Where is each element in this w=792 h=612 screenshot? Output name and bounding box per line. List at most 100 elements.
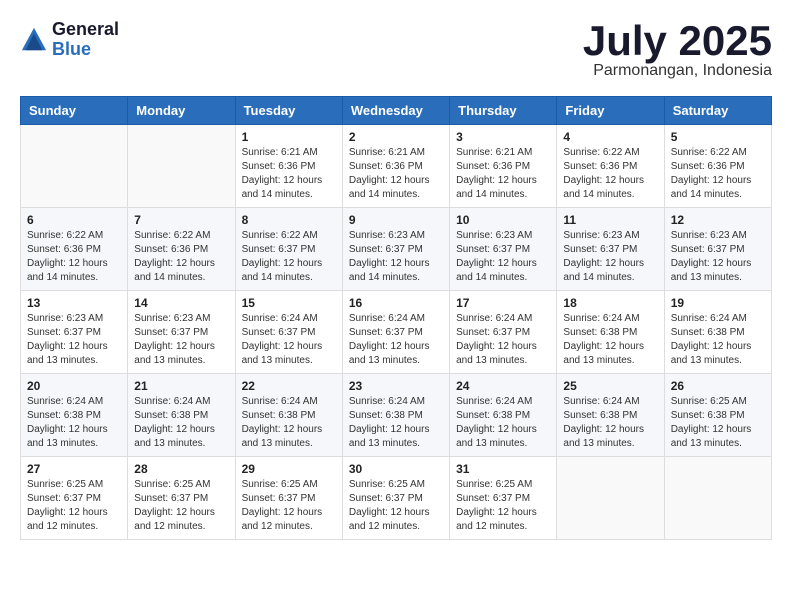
- day-number: 29: [242, 462, 336, 476]
- day-cell: 21Sunrise: 6:24 AM Sunset: 6:38 PM Dayli…: [128, 374, 235, 457]
- week-row-5: 27 Sunrise: 6:25 AM Sunset: 6:37 PM Dayli…: [21, 457, 772, 540]
- header-cell-saturday: Saturday: [664, 97, 771, 125]
- day-info: Sunrise: 6:22 AM Sunset: 6:36 PM Dayligh…: [27, 229, 121, 285]
- day-cell: 31 Sunrise: 6:25 AM Sunset: 6:37 PM Dayli…: [450, 457, 557, 540]
- day-info: Sunrise: 6:24 AM Sunset: 6:38 PM Dayligh…: [349, 395, 443, 451]
- day-number: 13: [27, 296, 121, 310]
- logo-icon: [20, 26, 48, 54]
- location: Parmonangan, Indonesia: [583, 62, 772, 80]
- day-number: 4: [563, 130, 657, 144]
- day-info: Sunrise: 6:24 AM Sunset: 6:37 PM Dayligh…: [242, 312, 336, 368]
- header-cell-sunday: Sunday: [21, 97, 128, 125]
- day-info: Sunrise: 6:24 AM Sunset: 6:37 PM Dayligh…: [349, 312, 443, 368]
- day-number: 12: [671, 213, 765, 227]
- day-cell: [557, 457, 664, 540]
- day-cell: 24 Sunrise: 6:24 AM Sunset: 6:38 PM Dayli…: [450, 374, 557, 457]
- day-number: 20: [27, 379, 121, 393]
- header-row: SundayMondayTuesdayWednesdayThursdayFrid…: [21, 97, 772, 125]
- day-number: 6: [27, 213, 121, 227]
- day-number: 17: [456, 296, 550, 310]
- day-number: 18: [563, 296, 657, 310]
- day-number: 27: [27, 462, 121, 476]
- day-number: 3: [456, 130, 550, 144]
- day-cell: 28 Sunrise: 6:25 AM Sunset: 6:37 PM Dayli…: [128, 457, 235, 540]
- day-cell: 1 Sunrise: 6:21 AM Sunset: 6:36 PM Daylig…: [235, 125, 342, 208]
- day-cell: 2Sunrise: 6:21 AM Sunset: 6:36 PM Daylig…: [342, 125, 449, 208]
- day-info: Sunrise: 6:25 AM Sunset: 6:38 PM Dayligh…: [671, 395, 765, 451]
- day-cell: 5Sunrise: 6:22 AM Sunset: 6:36 PM Daylig…: [664, 125, 771, 208]
- day-info: Sunrise: 6:24 AM Sunset: 6:38 PM Dayligh…: [134, 395, 228, 451]
- title-block: July 2025 Parmonangan, Indonesia: [583, 20, 772, 80]
- day-cell: 19 Sunrise: 6:24 AM Sunset: 6:38 PM Dayli…: [664, 291, 771, 374]
- day-info: Sunrise: 6:25 AM Sunset: 6:37 PM Dayligh…: [242, 478, 336, 534]
- logo: General Blue: [20, 20, 119, 60]
- day-cell: 26 Sunrise: 6:25 AM Sunset: 6:38 PM Dayli…: [664, 374, 771, 457]
- day-number: 31: [456, 462, 550, 476]
- day-number: 16: [349, 296, 443, 310]
- day-cell: 7 Sunrise: 6:22 AM Sunset: 6:36 PM Daylig…: [128, 208, 235, 291]
- page-header: General Blue July 2025 Parmonangan, Indo…: [20, 20, 772, 80]
- day-cell: 12Sunrise: 6:23 AM Sunset: 6:37 PM Dayli…: [664, 208, 771, 291]
- day-number: 14: [134, 296, 228, 310]
- day-info: Sunrise: 6:25 AM Sunset: 6:37 PM Dayligh…: [27, 478, 121, 534]
- day-number: 26: [671, 379, 765, 393]
- day-cell: 25Sunrise: 6:24 AM Sunset: 6:38 PM Dayli…: [557, 374, 664, 457]
- day-cell: 15 Sunrise: 6:24 AM Sunset: 6:37 PM Dayli…: [235, 291, 342, 374]
- month-title: July 2025: [583, 20, 772, 62]
- day-number: 24: [456, 379, 550, 393]
- day-number: 5: [671, 130, 765, 144]
- day-info: Sunrise: 6:23 AM Sunset: 6:37 PM Dayligh…: [349, 229, 443, 285]
- logo-text: General Blue: [52, 20, 119, 60]
- header-cell-thursday: Thursday: [450, 97, 557, 125]
- header-cell-friday: Friday: [557, 97, 664, 125]
- day-info: Sunrise: 6:25 AM Sunset: 6:37 PM Dayligh…: [349, 478, 443, 534]
- day-cell: 20 Sunrise: 6:24 AM Sunset: 6:38 PM Dayli…: [21, 374, 128, 457]
- day-cell: 4 Sunrise: 6:22 AM Sunset: 6:36 PM Daylig…: [557, 125, 664, 208]
- day-cell: 18Sunrise: 6:24 AM Sunset: 6:38 PM Dayli…: [557, 291, 664, 374]
- day-number: 22: [242, 379, 336, 393]
- day-number: 1: [242, 130, 336, 144]
- logo-blue: Blue: [52, 40, 119, 60]
- day-info: Sunrise: 6:23 AM Sunset: 6:37 PM Dayligh…: [134, 312, 228, 368]
- day-info: Sunrise: 6:23 AM Sunset: 6:37 PM Dayligh…: [456, 229, 550, 285]
- day-cell: [664, 457, 771, 540]
- day-cell: 29 Sunrise: 6:25 AM Sunset: 6:37 PM Dayli…: [235, 457, 342, 540]
- day-cell: 17 Sunrise: 6:24 AM Sunset: 6:37 PM Dayli…: [450, 291, 557, 374]
- day-info: Sunrise: 6:24 AM Sunset: 6:37 PM Dayligh…: [456, 312, 550, 368]
- day-cell: 30Sunrise: 6:25 AM Sunset: 6:37 PM Dayli…: [342, 457, 449, 540]
- day-info: Sunrise: 6:22 AM Sunset: 6:37 PM Dayligh…: [242, 229, 336, 285]
- day-info: Sunrise: 6:21 AM Sunset: 6:36 PM Dayligh…: [349, 146, 443, 202]
- day-info: Sunrise: 6:25 AM Sunset: 6:37 PM Dayligh…: [134, 478, 228, 534]
- day-info: Sunrise: 6:24 AM Sunset: 6:38 PM Dayligh…: [671, 312, 765, 368]
- day-cell: 16 Sunrise: 6:24 AM Sunset: 6:37 PM Dayli…: [342, 291, 449, 374]
- day-number: 25: [563, 379, 657, 393]
- day-number: 19: [671, 296, 765, 310]
- day-info: Sunrise: 6:22 AM Sunset: 6:36 PM Dayligh…: [134, 229, 228, 285]
- day-number: 9: [349, 213, 443, 227]
- day-number: 23: [349, 379, 443, 393]
- day-number: 7: [134, 213, 228, 227]
- week-row-1: 1 Sunrise: 6:21 AM Sunset: 6:36 PM Daylig…: [21, 125, 772, 208]
- day-info: Sunrise: 6:23 AM Sunset: 6:37 PM Dayligh…: [27, 312, 121, 368]
- week-row-2: 6 Sunrise: 6:22 AM Sunset: 6:36 PM Daylig…: [21, 208, 772, 291]
- day-cell: 14 Sunrise: 6:23 AM Sunset: 6:37 PM Dayli…: [128, 291, 235, 374]
- day-info: Sunrise: 6:21 AM Sunset: 6:36 PM Dayligh…: [242, 146, 336, 202]
- day-cell: [21, 125, 128, 208]
- day-number: 28: [134, 462, 228, 476]
- day-cell: 13 Sunrise: 6:23 AM Sunset: 6:37 PM Dayli…: [21, 291, 128, 374]
- week-row-3: 13 Sunrise: 6:23 AM Sunset: 6:37 PM Dayli…: [21, 291, 772, 374]
- day-info: Sunrise: 6:24 AM Sunset: 6:38 PM Dayligh…: [456, 395, 550, 451]
- day-info: Sunrise: 6:24 AM Sunset: 6:38 PM Dayligh…: [242, 395, 336, 451]
- day-cell: 6 Sunrise: 6:22 AM Sunset: 6:36 PM Daylig…: [21, 208, 128, 291]
- day-info: Sunrise: 6:25 AM Sunset: 6:37 PM Dayligh…: [456, 478, 550, 534]
- day-cell: 8Sunrise: 6:22 AM Sunset: 6:37 PM Daylig…: [235, 208, 342, 291]
- day-info: Sunrise: 6:23 AM Sunset: 6:37 PM Dayligh…: [563, 229, 657, 285]
- day-cell: 27 Sunrise: 6:25 AM Sunset: 6:37 PM Dayli…: [21, 457, 128, 540]
- day-info: Sunrise: 6:24 AM Sunset: 6:38 PM Dayligh…: [27, 395, 121, 451]
- day-cell: 23 Sunrise: 6:24 AM Sunset: 6:38 PM Dayli…: [342, 374, 449, 457]
- calendar-table: SundayMondayTuesdayWednesdayThursdayFrid…: [20, 96, 772, 540]
- day-cell: [128, 125, 235, 208]
- day-number: 15: [242, 296, 336, 310]
- day-number: 11: [563, 213, 657, 227]
- day-info: Sunrise: 6:22 AM Sunset: 6:36 PM Dayligh…: [563, 146, 657, 202]
